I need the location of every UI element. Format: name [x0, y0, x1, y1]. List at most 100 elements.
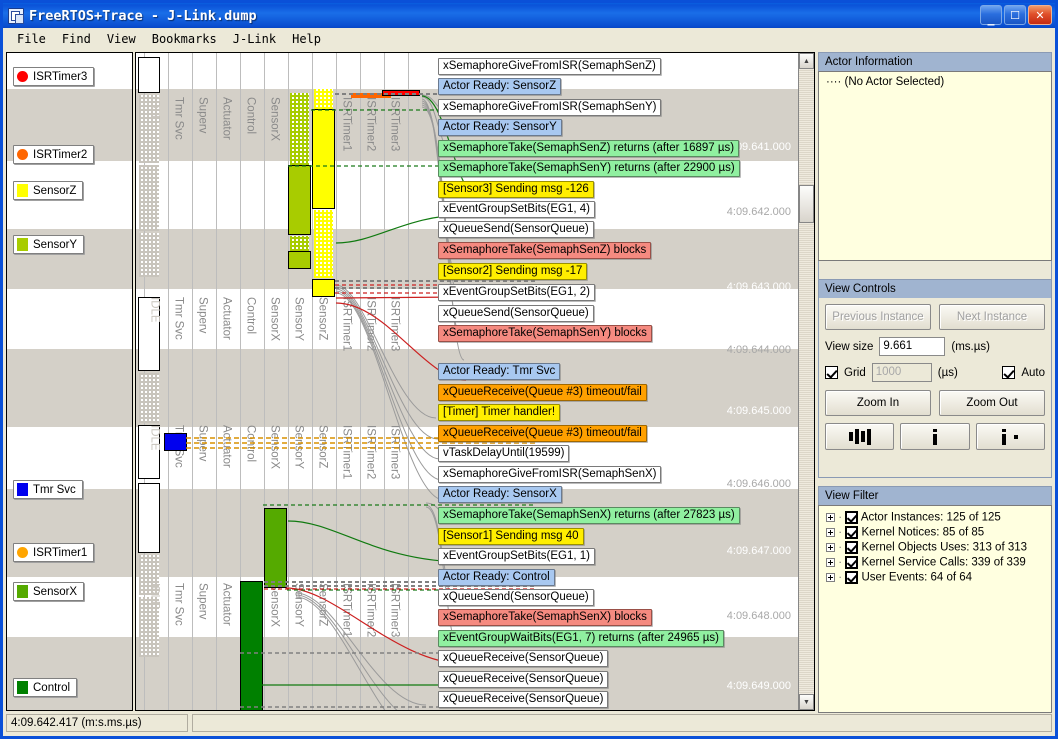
- minimize-button[interactable]: _: [980, 5, 1002, 25]
- filter-row-kernel-notices[interactable]: · Kernel Notices: 85 of 85: [822, 525, 1048, 540]
- event-label[interactable]: xSemaphoreGiveFromISR(SemaphSenY): [438, 99, 662, 116]
- filter-checkbox[interactable]: [845, 511, 859, 524]
- view-size-input[interactable]: 9.661: [879, 337, 946, 356]
- activity-bar-control-running[interactable]: [240, 581, 263, 710]
- view-filter-body[interactable]: · Actor Instances: 125 of 125 · Kernel N…: [818, 505, 1052, 713]
- zoom-out-button[interactable]: Zoom Out: [939, 390, 1045, 416]
- activity-bar-sensorz-ready[interactable]: [314, 210, 333, 278]
- event-label[interactable]: xQueueSend(SensorQueue): [438, 589, 594, 606]
- expand-icon[interactable]: [826, 513, 835, 522]
- activity-bar-isrtimer3[interactable]: [382, 90, 420, 96]
- close-button[interactable]: ✕: [1028, 5, 1052, 25]
- expand-icon[interactable]: [826, 558, 835, 567]
- activity-bar-sensorz-ready[interactable]: [314, 89, 333, 109]
- event-label[interactable]: xQueueReceive(SensorQueue): [438, 650, 609, 667]
- event-label[interactable]: xSemaphoreTake(SemaphSenY) returns (afte…: [438, 160, 740, 177]
- event-label[interactable]: xSemaphoreTake(SemaphSenZ) returns (afte…: [438, 140, 740, 157]
- menu-item-help[interactable]: Help: [284, 30, 329, 48]
- bars-icon-button[interactable]: [825, 423, 895, 450]
- actor-chip-sensorx[interactable]: SensorX: [13, 582, 85, 601]
- event-label[interactable]: Actor Ready: SensorZ: [438, 78, 562, 95]
- filter-checkbox[interactable]: [845, 526, 859, 539]
- event-label[interactable]: [Timer] Timer handler!: [438, 404, 561, 421]
- scrollbar-thumb[interactable]: [799, 185, 814, 223]
- actor-chip-tmrsvc[interactable]: Tmr Svc: [13, 480, 83, 499]
- event-label[interactable]: xQueueReceive(SensorQueue): [438, 691, 609, 708]
- filter-checkbox[interactable]: [845, 541, 859, 554]
- event-label[interactable]: Actor Ready: Tmr Svc: [438, 363, 561, 380]
- single-bar-icon-button[interactable]: [900, 423, 970, 450]
- event-label[interactable]: vTaskDelayUntil(19599): [438, 445, 570, 462]
- app-window-icon: [8, 7, 24, 24]
- event-label[interactable]: xQueueSend(SensorQueue): [438, 305, 594, 322]
- event-label[interactable]: xSemaphoreGiveFromISR(SemaphSenX): [438, 466, 662, 483]
- activity-bar-sensory-running[interactable]: [288, 251, 311, 269]
- actor-chip-isrtimer1[interactable]: ISRTimer1: [13, 543, 95, 562]
- activity-bar-sensory-ready[interactable]: [290, 93, 309, 165]
- event-label[interactable]: xEventGroupSetBits(EG1, 2): [438, 284, 596, 301]
- actor-chip-isrtimer3[interactable]: ISRTimer3: [13, 67, 95, 86]
- expand-icon[interactable]: [826, 573, 835, 582]
- filter-label: Kernel Notices: 85 of 85: [861, 526, 985, 539]
- previous-instance-button[interactable]: Previous Instance: [825, 304, 931, 330]
- bar-dot-icon-button[interactable]: [975, 423, 1045, 450]
- activity-bar-sensorz-running[interactable]: [312, 279, 335, 297]
- actor-chip-isrtimer2[interactable]: ISRTimer2: [13, 145, 95, 164]
- filter-row-kernel-service-calls[interactable]: · Kernel Service Calls: 339 of 339: [822, 555, 1048, 570]
- menu-item-jlink[interactable]: J-Link: [225, 30, 284, 48]
- scroll-down-button[interactable]: ▼: [799, 694, 814, 710]
- filter-checkbox[interactable]: [845, 571, 859, 584]
- expand-icon[interactable]: [826, 528, 835, 537]
- menu-item-find[interactable]: Find: [54, 30, 99, 48]
- zoom-in-button[interactable]: Zoom In: [825, 390, 931, 416]
- filter-checkbox[interactable]: [845, 556, 859, 569]
- event-label[interactable]: Actor Ready: SensorX: [438, 486, 562, 503]
- auto-checkbox[interactable]: [1002, 366, 1016, 379]
- grid-checkbox[interactable]: [825, 366, 838, 379]
- scroll-up-button[interactable]: ▲: [799, 53, 814, 69]
- activity-bar-sensorz-running[interactable]: [312, 109, 335, 209]
- menu-item-view[interactable]: View: [99, 30, 144, 48]
- event-label[interactable]: xSemaphoreTake(SemaphSenX) returns (afte…: [438, 507, 740, 524]
- actor-chip-sensory[interactable]: SensorY: [13, 235, 85, 254]
- trace-scrollbar[interactable]: ▲ ▼: [798, 53, 814, 710]
- menu-item-file[interactable]: File: [9, 30, 54, 48]
- scrollbar-track[interactable]: [799, 69, 814, 694]
- event-label[interactable]: [Sensor1] Sending msg 40: [438, 528, 584, 545]
- actor-list-panel[interactable]: ISRTimer3 ISRTimer2 SensorZ SensorY Tmr …: [6, 52, 133, 711]
- event-label[interactable]: xQueueReceive(Queue #3) timeout/fail: [438, 384, 647, 401]
- menu-item-bookmarks[interactable]: Bookmarks: [144, 30, 225, 48]
- event-label[interactable]: [Sensor2] Sending msg -17: [438, 263, 588, 280]
- actor-chip-control[interactable]: Control: [13, 678, 78, 697]
- trace-canvas[interactable]: IDLE Tmr Svc Superv Actuator Control Sen…: [136, 53, 801, 710]
- lane-label-isrtimer1: ISRTimer1: [340, 583, 353, 638]
- event-label[interactable]: xEventGroupSetBits(EG1, 4): [438, 201, 596, 218]
- actor-information-body[interactable]: ···· (No Actor Selected): [818, 71, 1052, 261]
- event-label[interactable]: Actor Ready: Control: [438, 569, 555, 586]
- event-label[interactable]: xSemaphoreGiveFromISR(SemaphSenZ): [438, 58, 661, 75]
- event-label[interactable]: xEventGroupWaitBits(EG1, 7) returns (aft…: [438, 630, 724, 647]
- filter-row-actor-instances[interactable]: · Actor Instances: 125 of 125: [822, 510, 1048, 525]
- event-label[interactable]: Actor Ready: SensorY: [438, 119, 562, 136]
- grid-input[interactable]: 1000: [871, 363, 932, 382]
- event-label[interactable]: xQueueSend(SensorQueue): [438, 221, 594, 238]
- maximize-button[interactable]: ☐: [1004, 5, 1026, 25]
- activity-bar-sensory-running[interactable]: [288, 165, 311, 235]
- activity-bar-sensorx-running[interactable]: [264, 508, 287, 588]
- next-instance-button[interactable]: Next Instance: [939, 304, 1045, 330]
- trace-view-panel[interactable]: IDLE Tmr Svc Superv Actuator Control Sen…: [135, 52, 815, 711]
- event-label[interactable]: xSemaphoreTake(SemaphSenY) blocks: [438, 325, 652, 342]
- actor-chip-sensorz[interactable]: SensorZ: [13, 181, 84, 200]
- actor-chip-label: SensorX: [33, 585, 78, 598]
- event-label[interactable]: xSemaphoreTake(SemaphSenX) blocks: [438, 609, 652, 626]
- event-label[interactable]: xQueueReceive(Queue #3) timeout/fail: [438, 425, 647, 442]
- event-label[interactable]: [Sensor3] Sending msg -126: [438, 181, 594, 198]
- event-label[interactable]: xQueueReceive(SensorQueue): [438, 671, 609, 688]
- filter-row-kernel-objects-uses[interactable]: · Kernel Objects Uses: 313 of 313: [822, 540, 1048, 555]
- expand-icon[interactable]: [826, 543, 835, 552]
- event-label[interactable]: xSemaphoreTake(SemaphSenZ) blocks: [438, 242, 652, 259]
- filter-row-user-events[interactable]: · User Events: 64 of 64: [822, 570, 1048, 585]
- activity-bar-sensory-ready[interactable]: [290, 236, 309, 251]
- activity-bar-tmrsvc-running[interactable]: [164, 433, 187, 451]
- event-label[interactable]: xEventGroupSetBits(EG1, 1): [438, 548, 596, 565]
